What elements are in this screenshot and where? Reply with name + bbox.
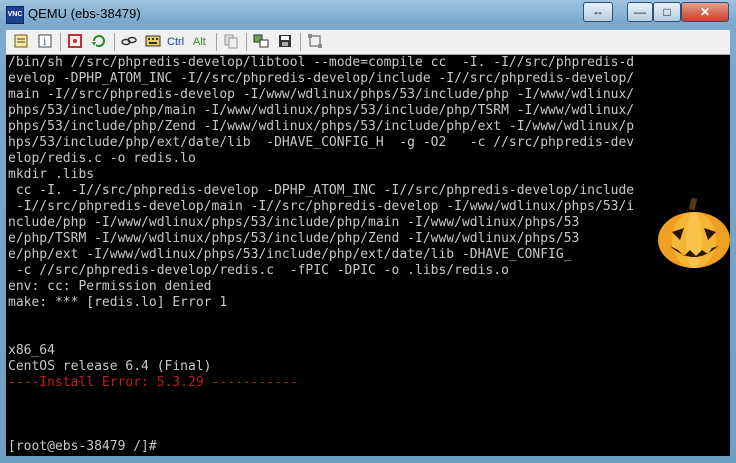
- close-button[interactable]: ✕: [681, 2, 729, 22]
- refresh-icon[interactable]: [90, 33, 108, 51]
- terminal-line: make: *** [redis.lo] Error 1: [8, 295, 228, 310]
- terminal-line: phps/53/include/php/main -I/www/wdlinux/…: [8, 103, 635, 118]
- options-icon[interactable]: [12, 33, 30, 51]
- copy-icon[interactable]: [222, 33, 240, 51]
- alt-key-button[interactable]: Alt: [193, 33, 206, 51]
- terminal-line: /bin/sh //src/phpredis-develop/libtool -…: [8, 55, 635, 70]
- terminal-line: evelop -DPHP_ATOM_INC -I//src/phpredis-d…: [8, 71, 635, 86]
- shell-prompt: [root@ebs-38479 /]#: [8, 439, 157, 454]
- toolbar-separator: [114, 33, 115, 51]
- minimize-button[interactable]: —: [627, 2, 653, 22]
- terminal-line: cc -I. -I//src/phpredis-develop -DPHP_AT…: [8, 183, 635, 198]
- scale-view-icon[interactable]: [306, 33, 324, 51]
- full-screen-icon[interactable]: [66, 33, 84, 51]
- terminal-line: phps/53/include/php/Zend -I/www/wdlinux/…: [8, 119, 635, 134]
- terminal-line: e/php/ext -I/www/wdlinux/phps/53/include…: [8, 247, 572, 262]
- window-title: QEMU (ebs-38479): [28, 6, 141, 21]
- terminal-line: elop/redis.c -o redis.lo: [8, 151, 196, 166]
- terminal-line: -I//src/phpredis-develop/main -I//src/ph…: [8, 199, 635, 214]
- terminal-line: hps/53/include/php/ext/date/lib -DHAVE_C…: [8, 135, 635, 150]
- terminal-line: mkdir .libs: [8, 167, 95, 182]
- maximize-button[interactable]: □: [653, 2, 681, 22]
- svg-text:i: i: [43, 37, 46, 48]
- connection-info-icon[interactable]: i: [36, 33, 54, 51]
- resize-toggle-button[interactable]: ⇔: [583, 2, 613, 22]
- title-bar[interactable]: VNC QEMU (ebs-38479) ⇔ — □ ✕: [0, 0, 736, 28]
- save-icon[interactable]: [276, 33, 294, 51]
- install-error-line: ----Install Error: 5.3.29 -----------: [8, 375, 298, 390]
- terminal-screen[interactable]: /bin/sh //src/phpredis-develop/libtool -…: [6, 55, 730, 456]
- terminal-line: x86_64: [8, 343, 55, 358]
- terminal-line: e/php/TSRM -I/www/wdlinux/phps/53/includ…: [8, 231, 580, 246]
- qemu-window: VNC QEMU (ebs-38479) ⇔ — □ ✕ i Ctrl Alt: [0, 0, 736, 463]
- chain-link-icon[interactable]: [120, 33, 138, 51]
- ctrl-alt-del-icon[interactable]: [144, 33, 162, 51]
- terminal-line: -c //src/phpredis-develop/redis.c -fPIC …: [8, 263, 509, 278]
- ctrl-key-button[interactable]: Ctrl: [167, 33, 184, 51]
- terminal-line: nclude/php -I/www/wdlinux/phps/53/includ…: [8, 215, 580, 230]
- terminal-line: env: cc: Permission denied: [8, 279, 212, 294]
- terminal-line: CentOS release 6.4 (Final): [8, 359, 212, 374]
- toolbar: i Ctrl Alt: [6, 30, 730, 55]
- pumpkin-icon[interactable]: [654, 197, 734, 270]
- toolbar-separator: [216, 33, 217, 51]
- toolbar-separator: [60, 33, 61, 51]
- toolbar-separator: [300, 33, 301, 51]
- toolbar-separator: [246, 33, 247, 51]
- terminal-line: main -I//src/phpredis-develop -I/www/wdl…: [8, 87, 635, 102]
- transfer-files-icon[interactable]: [252, 33, 270, 51]
- vnc-app-icon[interactable]: VNC: [6, 6, 24, 24]
